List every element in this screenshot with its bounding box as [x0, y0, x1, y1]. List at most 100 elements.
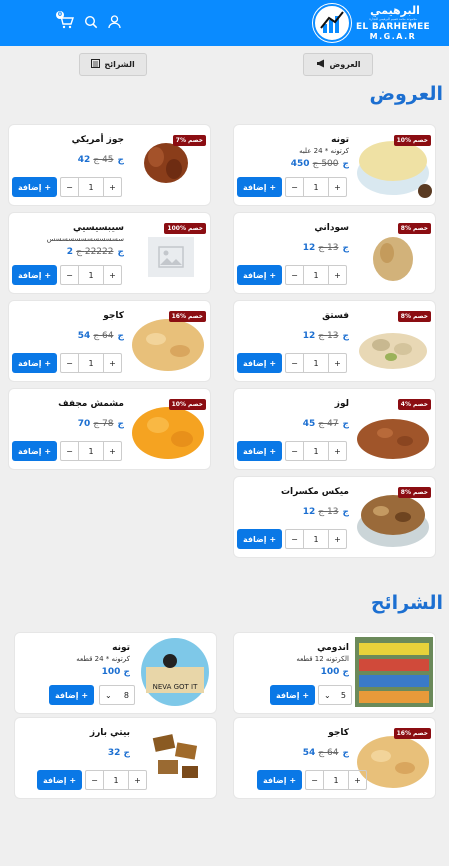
quantity-value[interactable]: 1 — [78, 178, 104, 196]
product-name[interactable]: مشمش مجفف — [58, 399, 124, 409]
minus-icon[interactable]: − — [286, 266, 303, 284]
product-name[interactable]: بيتي بارز — [90, 728, 130, 738]
plus-icon[interactable]: + — [329, 442, 346, 460]
product-image-petit-bars[interactable] — [136, 722, 214, 792]
quantity-value[interactable]: 1 — [303, 178, 329, 196]
add-to-cart-button[interactable]: إضافة + — [237, 441, 282, 461]
product-card: خصم %8 فستق 12 ج13 ج إضافة + −1 + — [233, 300, 436, 382]
product-name[interactable]: ميكس مكسرات — [281, 487, 349, 497]
add-to-cart-button[interactable]: إضافة + — [49, 685, 94, 705]
quantity-stepper[interactable]: −1 + — [60, 441, 122, 461]
product-name[interactable]: تونه — [112, 643, 130, 653]
product-card: خصم %10 مشمش مجفف 70 ج78 ج إضافة + −1 + — [8, 388, 211, 470]
cart-icon[interactable]: 0 — [56, 11, 74, 30]
product-image-indomie[interactable] — [355, 637, 433, 707]
plus-icon[interactable]: + — [129, 771, 146, 789]
quantity-value[interactable]: 1 — [323, 771, 349, 789]
product-name[interactable]: كاجو — [103, 311, 124, 321]
product-description: كرتونه * 24 علبه — [299, 147, 349, 155]
logo-tagline: مجموعة محمد قسيم البرهيمي للتجارة — [369, 17, 417, 21]
minus-icon[interactable]: − — [286, 178, 303, 196]
product-image-tuna-brand[interactable]: NEVA GOT IT — [136, 637, 214, 707]
quantity-stepper[interactable]: −1 + — [285, 529, 347, 549]
product-price: 100 ج — [101, 667, 130, 677]
nav-offers-button[interactable]: العروض — [303, 53, 373, 76]
quantity-select[interactable]: ⌄ 5 — [318, 685, 352, 705]
product-price: 450 ج500 ج — [290, 159, 349, 169]
image-placeholder-icon[interactable] — [148, 237, 194, 277]
megaphone-icon — [316, 59, 326, 70]
page: 0 البرهيمي مجموعة محمد قسيم البرهيمي للت… — [0, 0, 449, 866]
quantity-stepper[interactable]: −1 + — [285, 441, 347, 461]
product-price: 12 ج13 ج — [302, 243, 349, 253]
minus-icon[interactable]: − — [286, 442, 303, 460]
quantity-stepper[interactable]: −1 + — [60, 353, 122, 373]
product-name[interactable]: سوداني — [314, 223, 349, 233]
quantity-value[interactable]: 1 — [78, 266, 104, 284]
plus-icon[interactable]: + — [329, 178, 346, 196]
product-name[interactable]: لوز — [335, 399, 349, 409]
quantity-value[interactable]: 1 — [303, 442, 329, 460]
product-name[interactable]: كاجو — [328, 728, 349, 738]
quantity-stepper[interactable]: −1 + — [60, 265, 122, 285]
user-icon[interactable] — [108, 14, 124, 30]
plus-icon[interactable]: + — [329, 530, 346, 548]
product-name[interactable]: جوز أمريكي — [72, 135, 124, 145]
add-to-cart-button[interactable]: إضافة + — [237, 177, 282, 197]
product-name[interactable]: اندومي — [317, 643, 349, 653]
quantity-stepper[interactable]: −1 + — [285, 177, 347, 197]
minus-icon[interactable]: − — [306, 771, 323, 789]
quantity-value[interactable]: 1 — [303, 266, 329, 284]
plus-icon[interactable]: + — [349, 771, 366, 789]
quantity-value[interactable]: 1 — [78, 354, 104, 372]
product-name[interactable]: تونه — [331, 135, 349, 145]
minus-icon[interactable]: − — [61, 178, 78, 196]
plus-icon[interactable]: + — [104, 354, 121, 372]
quantity-stepper[interactable]: −1 + — [285, 353, 347, 373]
chevron-down-icon: ⌄ — [324, 690, 331, 700]
quantity-stepper[interactable]: −1 + — [60, 177, 122, 197]
quantity-value[interactable]: 1 — [103, 771, 129, 789]
product-name[interactable]: سيبسيسيي — [73, 223, 124, 233]
plus-icon[interactable]: + — [104, 266, 121, 284]
minus-icon[interactable]: − — [61, 266, 78, 284]
product-name[interactable]: فستق — [322, 311, 349, 321]
add-to-cart-button[interactable]: إضافة + — [257, 770, 302, 790]
plus-icon[interactable]: + — [329, 266, 346, 284]
discount-badge: خصم %10 — [168, 399, 206, 410]
quantity-stepper[interactable]: −1 + — [305, 770, 367, 790]
plus-icon[interactable]: + — [104, 442, 121, 460]
add-to-cart-button[interactable]: إضافة + — [12, 353, 57, 373]
add-to-cart-button[interactable]: إضافة + — [237, 265, 282, 285]
minus-icon[interactable]: − — [86, 771, 103, 789]
discount-badge: خصم %8 — [397, 311, 431, 322]
nav-offers-label: العروض — [329, 60, 361, 69]
minus-icon[interactable]: − — [61, 354, 78, 372]
quantity-stepper[interactable]: −1 + — [85, 770, 147, 790]
minus-icon[interactable]: − — [286, 530, 303, 548]
add-to-cart-button[interactable]: إضافة + — [12, 265, 57, 285]
brand-logo[interactable]: البرهيمي مجموعة محمد قسيم البرهيمي للتجا… — [313, 4, 435, 42]
add-to-cart-button[interactable]: إضافة + — [237, 353, 282, 373]
search-icon[interactable] — [84, 14, 100, 30]
quantity-value[interactable]: 1 — [78, 442, 104, 460]
add-to-cart-button[interactable]: إضافة + — [270, 685, 315, 705]
add-to-cart-button[interactable]: إضافة + — [37, 770, 82, 790]
logo-english-code: M.G.A.R — [369, 32, 417, 41]
plus-icon[interactable]: + — [329, 354, 346, 372]
minus-icon[interactable]: − — [61, 442, 78, 460]
quantity-select[interactable]: ⌄ 8 — [99, 685, 135, 705]
product-card: خصم %10 تونه كرتونه * 24 علبه 450 ج500 ج… — [233, 124, 436, 206]
discount-badge: خصم %10 — [393, 135, 431, 146]
quantity-value[interactable]: 1 — [303, 354, 329, 372]
add-to-cart-button[interactable]: إضافة + — [237, 529, 282, 549]
plus-icon[interactable]: + — [104, 178, 121, 196]
discount-badge: خصم %16 — [393, 728, 431, 739]
minus-icon[interactable]: − — [286, 354, 303, 372]
nav-slices-button[interactable]: الشرائح — [79, 53, 147, 76]
add-to-cart-button[interactable]: إضافة + — [12, 177, 57, 197]
quantity-stepper[interactable]: −1 + — [285, 265, 347, 285]
quantity-value[interactable]: 1 — [303, 530, 329, 548]
product-price: 12 ج13 ج — [302, 507, 349, 517]
add-to-cart-button[interactable]: إضافة + — [12, 441, 57, 461]
